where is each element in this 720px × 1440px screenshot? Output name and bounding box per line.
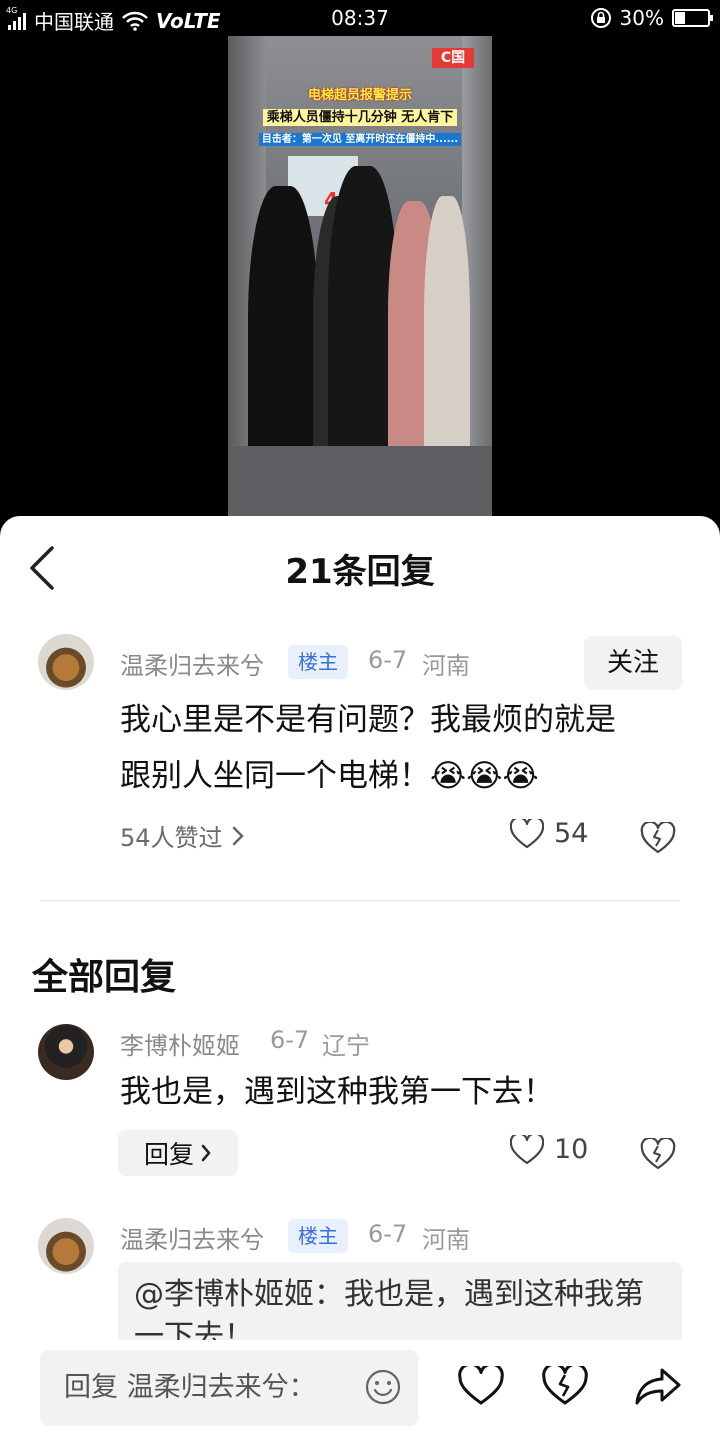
page-title: 21条回复 — [285, 552, 435, 592]
comment-username[interactable]: 温柔归去来兮 — [120, 646, 264, 681]
reply-button[interactable]: 回复 — [118, 1130, 238, 1176]
reply-sheet: 21条回复 温柔归去来兮 楼主 6-7 河南 关注 我心里是不是有问题？我最烦的… — [0, 516, 720, 1440]
heart-icon[interactable] — [458, 1366, 504, 1406]
reply-date: 6-7 — [270, 1026, 310, 1054]
avatar[interactable] — [38, 634, 94, 690]
bottom-bar: 回复 温柔归去来兮： — [0, 1340, 720, 1440]
follow-button[interactable]: 关注 — [584, 636, 682, 690]
op-badge: 楼主 — [288, 1219, 348, 1253]
like-control[interactable]: 54 — [510, 818, 588, 849]
video-caption-1: 电梯超员报警提示 — [307, 88, 412, 103]
reply-input-placeholder: 回复 温柔归去来兮： — [64, 1372, 316, 1403]
avatar[interactable] — [38, 1218, 94, 1274]
reply-text: 我也是，遇到这种我第一下去！ — [120, 1074, 554, 1110]
like-count: 54 — [554, 818, 589, 849]
sheet-header: 21条回复 — [0, 516, 720, 616]
divider — [40, 900, 680, 901]
status-bar: 4G 中国联通 VoLTE 08:37 30% — [0, 0, 720, 36]
rotation-lock-icon — [590, 8, 611, 28]
section-title: 全部回复 — [32, 957, 177, 998]
news-logo: C国 — [432, 48, 474, 68]
reply-location: 河南 — [422, 1226, 470, 1254]
avatar[interactable] — [38, 1024, 94, 1080]
video-caption-3: 目击者：第一次见 至离开时还在僵持中...... — [228, 130, 492, 146]
video-caption-2: 乘梯人员僵持十几分钟 无人肯下 — [228, 106, 492, 126]
reply-username[interactable]: 温柔归去来兮 — [120, 1220, 264, 1255]
comment-text-line-2: 跟别人坐同一个电梯！😭😭😭 — [120, 758, 539, 794]
broken-heart-icon[interactable] — [542, 1366, 588, 1406]
chevron-right-icon — [201, 1144, 211, 1162]
video-player[interactable]: 49 C国 电梯超员报警提示 乘梯人员僵持十几分钟 无人肯下 目击者：第一次见 … — [228, 36, 492, 516]
likes-summary-link[interactable]: 54人赞过 — [120, 818, 245, 853]
battery-icon — [672, 9, 713, 27]
reply-username[interactable]: 李博朴姬姬 — [120, 1026, 240, 1061]
reply-button-label: 回复 — [143, 1140, 194, 1169]
heart-icon[interactable] — [510, 818, 544, 849]
reply-location: 辽宁 — [322, 1032, 370, 1060]
broken-heart-icon[interactable] — [640, 822, 676, 854]
comment-text-line-1: 我心里是不是有问题？我最烦的就是 — [120, 702, 616, 738]
likes-summary-text: 54人赞过 — [120, 824, 223, 852]
comment-date: 6-7 — [368, 646, 408, 674]
battery-percent: 30% — [619, 6, 664, 30]
comment-location: 河南 — [422, 652, 470, 680]
heart-icon[interactable] — [510, 1134, 544, 1165]
emoji-icon[interactable] — [364, 1368, 402, 1406]
broken-heart-icon[interactable] — [640, 1138, 676, 1170]
like-count: 10 — [554, 1134, 589, 1165]
share-icon[interactable] — [634, 1366, 682, 1406]
chevron-right-icon — [232, 826, 244, 845]
reply-date: 6-7 — [368, 1220, 408, 1248]
status-right: 30% — [590, 6, 713, 30]
reply-input[interactable]: 回复 温柔归去来兮： — [40, 1350, 418, 1426]
quoted-reply: @李博朴姬姬：我也是，遇到这种我第一下去！ — [118, 1262, 682, 1352]
like-control[interactable]: 10 — [510, 1134, 588, 1165]
op-badge: 楼主 — [288, 645, 348, 679]
